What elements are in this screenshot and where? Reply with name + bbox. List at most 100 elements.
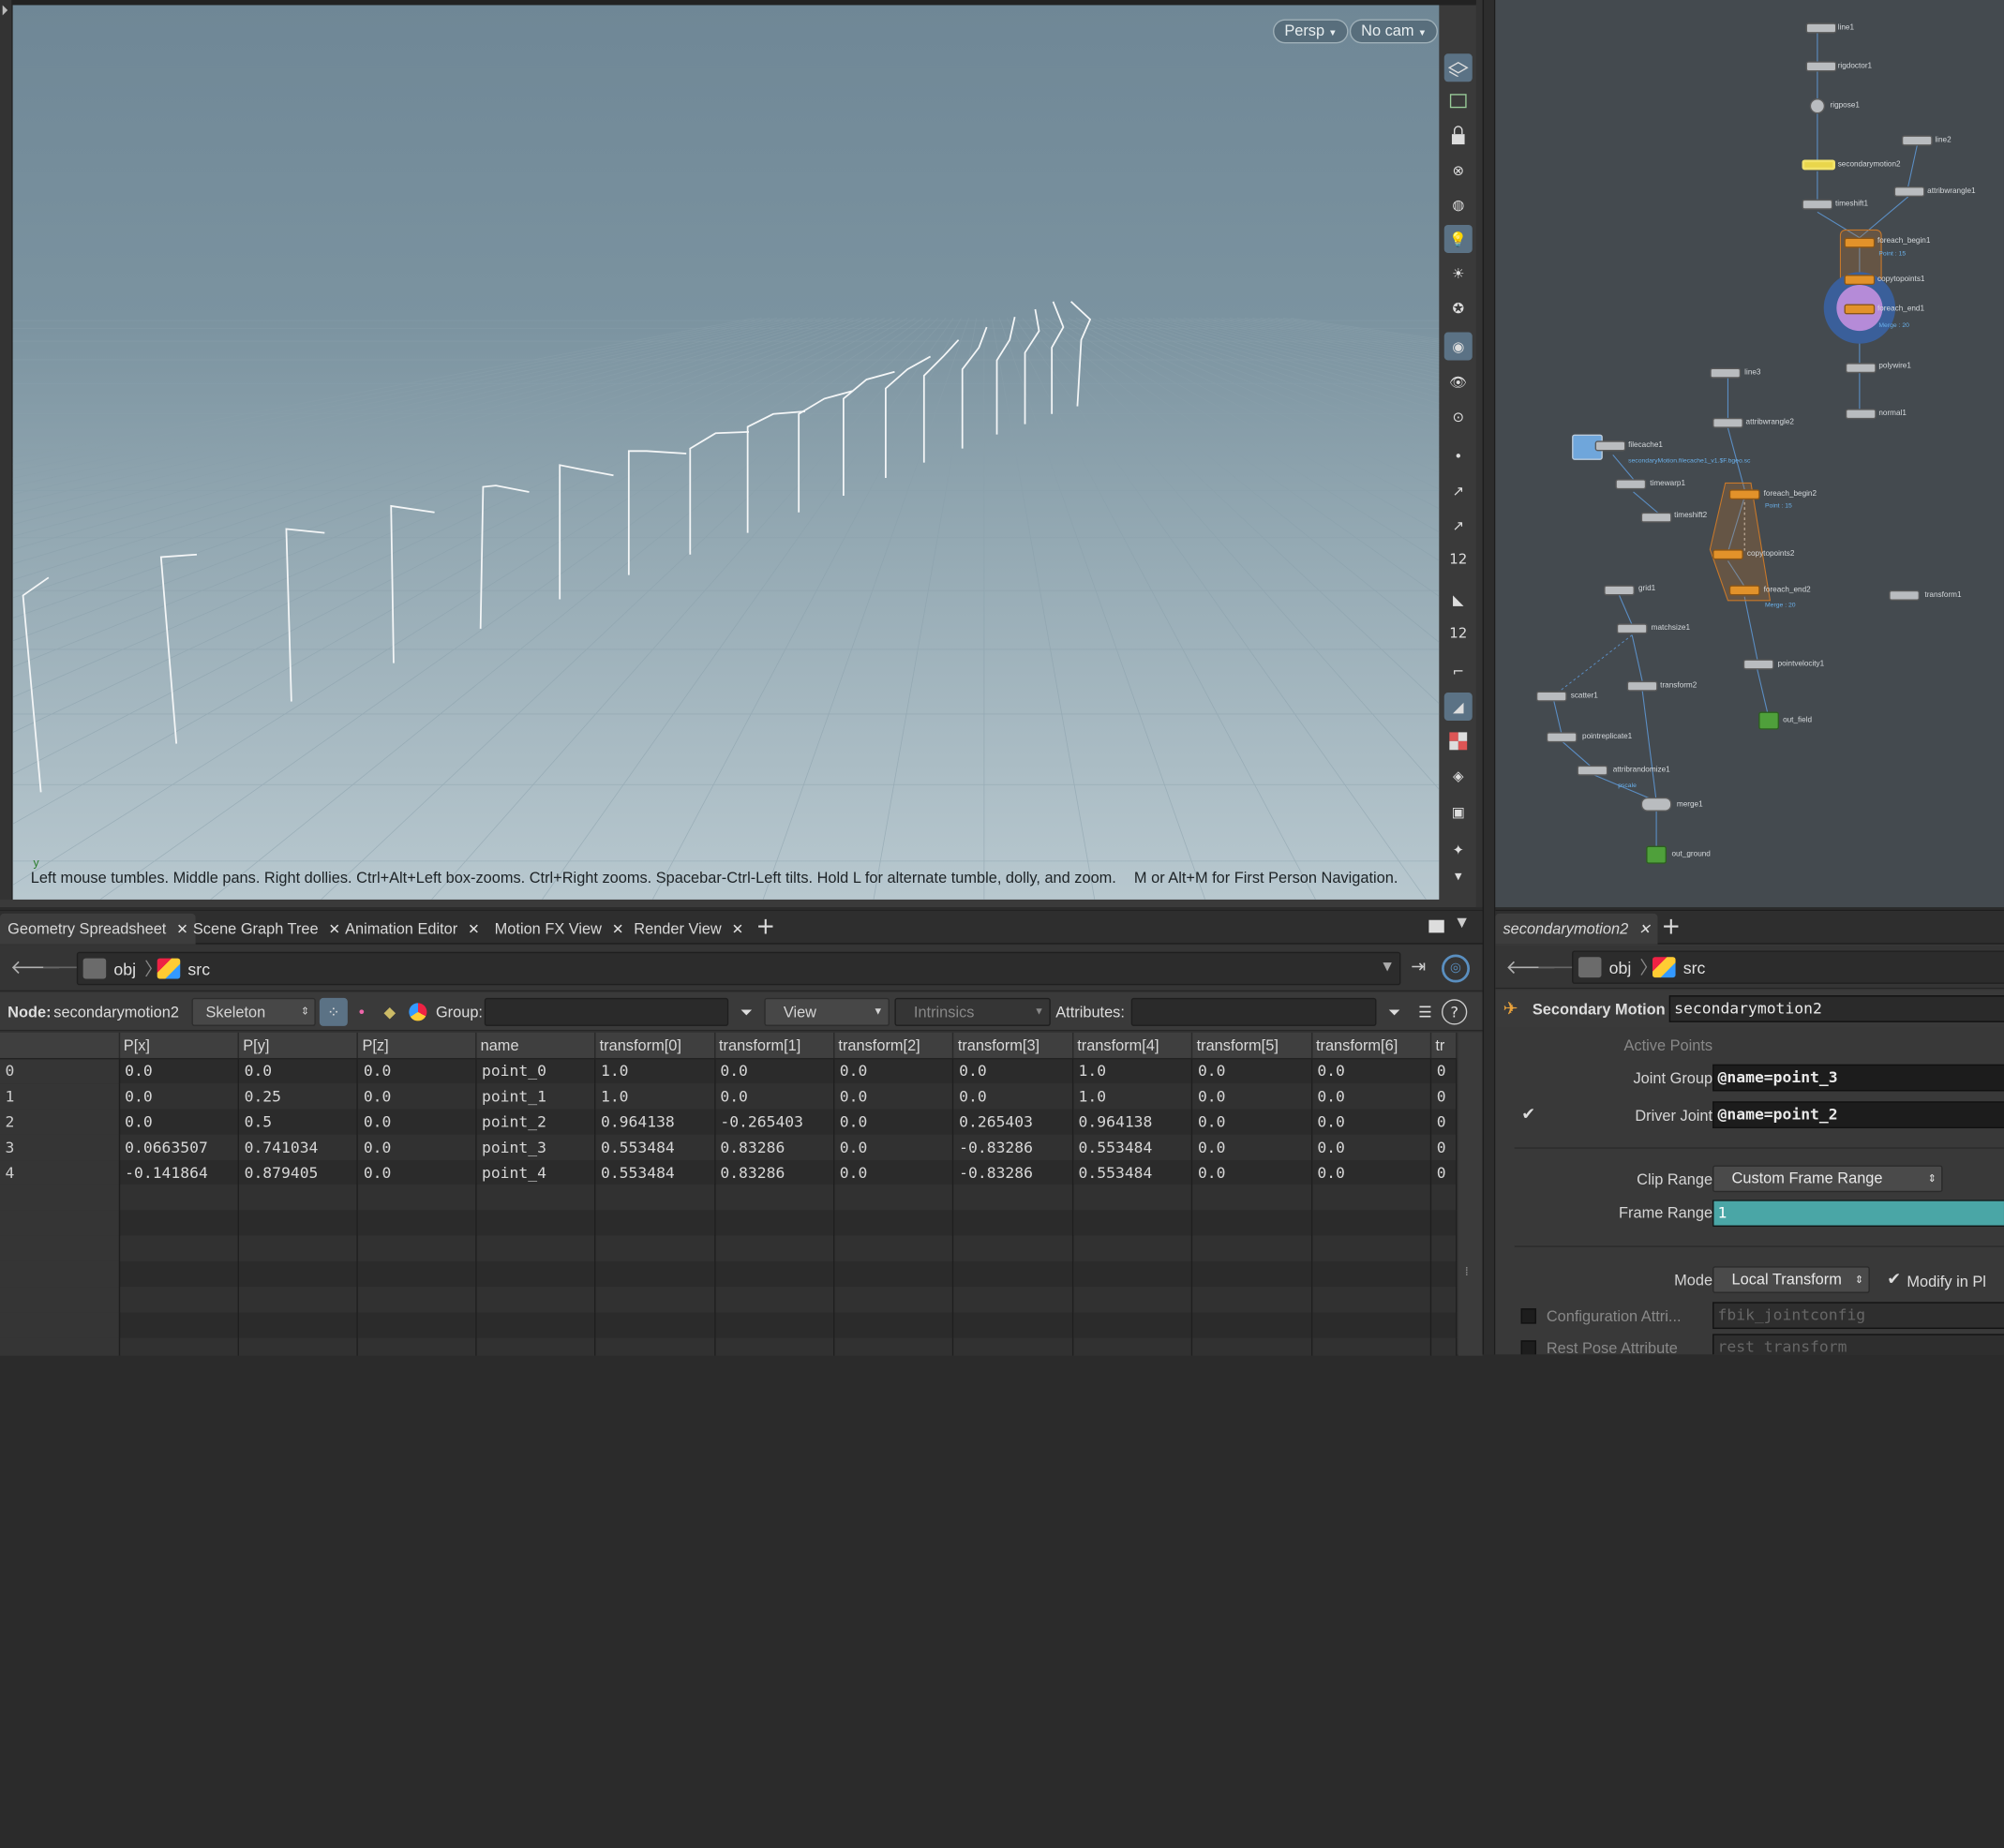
shading-mode-icon[interactable]: ◉ — [1443, 332, 1473, 361]
frame-range-field[interactable]: 1 — [1712, 1200, 2004, 1227]
skeleton-chain[interactable] — [922, 339, 960, 463]
breadcrumb-obj[interactable]: obj — [1578, 956, 1631, 981]
column-header[interactable]: transform[0] — [594, 1032, 715, 1059]
node-matchsize1[interactable] — [1616, 623, 1648, 634]
vector-display-icon[interactable]: ↗ — [1444, 511, 1473, 539]
node-line1[interactable] — [1805, 22, 1837, 34]
pane-splitter[interactable] — [1482, 0, 1496, 1355]
rest-pose-field[interactable]: rest_transform — [1712, 1334, 2004, 1355]
column-header[interactable]: P[z] — [357, 1032, 477, 1059]
node-secondarymotion2[interactable] — [1802, 159, 1835, 171]
column-header[interactable]: transform[5] — [1191, 1032, 1312, 1059]
skeleton-chain[interactable] — [1070, 301, 1092, 407]
node-copytopoints2[interactable] — [1712, 549, 1743, 560]
back-arrow-icon[interactable]: 🡐 — [1505, 958, 1557, 976]
column-header[interactable]: name — [475, 1032, 596, 1059]
network-editor[interactable]: line1 rigdoctor1 rigpose1 secondarymotio… — [1495, 0, 2004, 908]
node-filecache1-body[interactable] — [1594, 440, 1626, 452]
skeleton-chain[interactable] — [285, 528, 325, 702]
attribute-class-dropdown[interactable]: Skeleton ⇕ — [191, 997, 316, 1026]
column-header[interactable] — [0, 1032, 120, 1059]
node-rigpose1[interactable] — [1809, 97, 1826, 114]
tab-secondarymotion2[interactable]: secondarymotion2 ✕ — [1495, 913, 1658, 945]
breadcrumb-src[interactable]: src — [157, 957, 210, 982]
node-pointvelocity1[interactable] — [1742, 659, 1774, 670]
tab-animation-editor[interactable]: Animation Editor ✕ — [337, 914, 487, 945]
node-line2[interactable] — [1901, 135, 1933, 146]
filter-icon[interactable]: ⏷ — [732, 998, 760, 1026]
table-row[interactable] — [0, 1235, 1458, 1261]
node-foreach-end2[interactable] — [1728, 585, 1760, 596]
joint-group-field[interactable]: @name=point_3 — [1712, 1064, 2004, 1092]
column-header[interactable]: P[y] — [238, 1032, 359, 1059]
back-arrow-icon[interactable]: 🡐 — [10, 958, 62, 976]
mode-dropdown[interactable]: Local Transform ⇕ — [1712, 1266, 1870, 1293]
node-attribrandomize1[interactable] — [1577, 765, 1608, 776]
prim-numbers-icon[interactable]: 12 — [1444, 618, 1473, 647]
scene-viewport[interactable]: Persp ▼ No cam ▼ y Left mouse tumbles. Mid… — [0, 0, 1483, 908]
point-display-icon[interactable]: • — [1444, 442, 1473, 470]
column-header[interactable]: transform[1] — [714, 1032, 835, 1059]
bounds-icon[interactable]: ◈ — [1444, 762, 1473, 790]
node-foreach-begin1[interactable] — [1844, 237, 1876, 248]
node-timeshift1[interactable] — [1802, 199, 1833, 210]
node-pointreplicate1[interactable] — [1546, 732, 1578, 743]
node-foreach-end1[interactable] — [1844, 304, 1876, 315]
skeleton-chain[interactable] — [559, 464, 614, 600]
node-attribwrangle1[interactable] — [1893, 186, 1925, 197]
path-dropdown-icon[interactable]: ▼ — [1383, 961, 1391, 974]
table-row[interactable]: 1 0.0 0.25 0.0 point_1 1.0 0.0 0.0 0.0 1.0 0.0 0.0 0 — [0, 1083, 1458, 1110]
headlight-icon[interactable]: ☀ — [1444, 260, 1473, 288]
node-out-ground[interactable] — [1646, 845, 1668, 864]
driver-joint-checkbox[interactable]: ✔ — [1521, 1107, 1536, 1125]
tab-geometry-spreadsheet[interactable]: Geometry Spreadsheet ✕ — [0, 913, 197, 945]
breadcrumb-obj[interactable]: obj — [82, 957, 136, 982]
breadcrumb-src[interactable]: src — [1653, 956, 1705, 981]
table-row[interactable] — [0, 1337, 1458, 1356]
skeleton-chain[interactable] — [746, 410, 806, 533]
add-tab-icon[interactable]: + — [755, 914, 776, 942]
spreadsheet-table[interactable]: P[x] P[y] P[z] name transform[0] transform[1]… — [0, 1032, 1458, 1356]
node-polywire1[interactable] — [1845, 363, 1877, 374]
node-line3[interactable] — [1710, 367, 1742, 379]
column-header[interactable]: transform[3] — [953, 1032, 1074, 1059]
points-icon[interactable]: ⁘ — [319, 997, 348, 1026]
link-target-icon[interactable]: ◎ — [1442, 954, 1471, 983]
node-out-field[interactable] — [1758, 711, 1779, 730]
close-icon[interactable]: ✕ — [1638, 922, 1651, 937]
curve-display-icon[interactable]: ⌐ — [1444, 657, 1473, 685]
skeleton-chain[interactable] — [627, 450, 687, 575]
node-normal1[interactable] — [1845, 409, 1877, 420]
driver-joint-field[interactable]: @name=point_2 — [1712, 1101, 2004, 1128]
column-header[interactable]: transform[2] — [833, 1032, 954, 1059]
display-options-icon[interactable] — [1443, 53, 1473, 82]
table-row[interactable]: 3 0.0663507 0.741034 0.0 point_3 0.553484 0.83… — [0, 1134, 1458, 1160]
persp-menu-button[interactable]: Persp ▼ — [1273, 19, 1349, 44]
node-attribwrangle2[interactable] — [1712, 417, 1743, 428]
table-row[interactable] — [0, 1287, 1458, 1313]
primitives-icon[interactable]: ◆ — [376, 998, 404, 1026]
show-eye-icon[interactable]: 👁 — [1444, 368, 1473, 396]
node-grid1[interactable] — [1604, 585, 1635, 596]
network-path[interactable]: obj 〉 src ▼ — [76, 951, 1401, 986]
node-transform1[interactable] — [1889, 589, 1920, 601]
node-foreach-begin2[interactable] — [1728, 489, 1760, 500]
maximize-pane-icon[interactable] — [1428, 919, 1444, 933]
node-timeshift2[interactable] — [1640, 512, 1672, 523]
forward-arrow-icon[interactable]: 🡒 — [1536, 958, 1588, 976]
uv-checker-icon[interactable] — [1444, 727, 1473, 755]
background-icon[interactable] — [1444, 87, 1473, 115]
table-row[interactable] — [0, 1312, 1458, 1338]
column-header[interactable]: P[x] — [119, 1032, 240, 1059]
column-header[interactable]: transform[6] — [1311, 1032, 1432, 1059]
vertices-icon[interactable]: • — [348, 998, 376, 1026]
param-network-path[interactable]: obj 〉 src — [1572, 950, 2004, 984]
lighting-icon[interactable]: 💡 — [1443, 224, 1473, 253]
add-tab-icon[interactable]: + — [1662, 914, 1682, 942]
handle-icon[interactable]: ✦ — [1444, 836, 1473, 864]
skeleton-chain[interactable] — [689, 430, 750, 555]
spreadsheet-scrollbar[interactable]: ⁞ — [1458, 1032, 1483, 1356]
skeleton-chain[interactable] — [995, 316, 1016, 435]
clip-range-dropdown[interactable]: Custom Frame Range ⇕ — [1712, 1165, 1943, 1193]
config-attrib-field[interactable]: fbik_jointconfig — [1712, 1302, 2004, 1330]
